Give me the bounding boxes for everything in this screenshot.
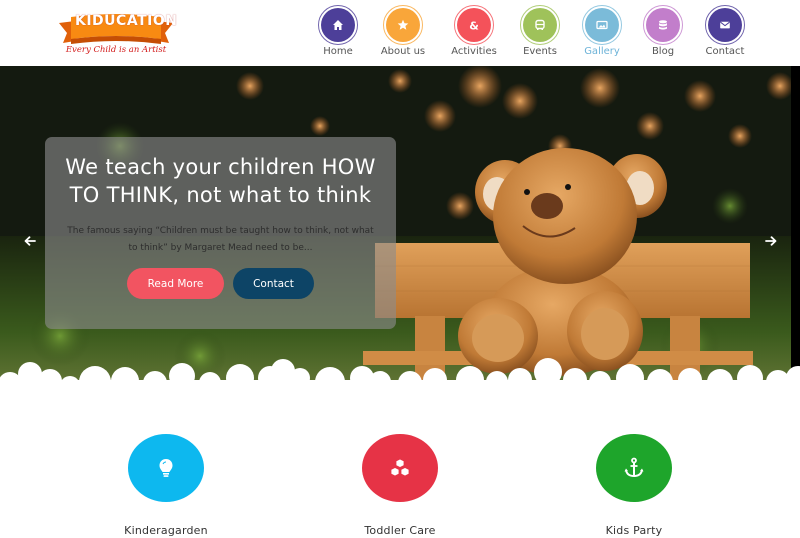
nav-item-contact[interactable]: Contact (690, 5, 760, 57)
nav-label-home: Home (323, 46, 353, 57)
nav-item-blog[interactable]: Blog (628, 5, 698, 57)
nav-circle-home (318, 5, 358, 45)
service-label-toddler-care: Toddler Care (364, 524, 436, 537)
image-icon (596, 20, 608, 30)
service-kindergarten[interactable]: Kinderagarden (86, 434, 246, 537)
nav-item-activities[interactable]: & Activities (439, 5, 509, 57)
nav-label-events: Events (523, 46, 557, 57)
read-more-button[interactable]: Read More (127, 268, 224, 299)
arrow-right-icon (765, 236, 777, 246)
star-icon (397, 19, 409, 30)
lightbulb-icon (159, 459, 173, 477)
service-circle-toddler-care[interactable] (362, 434, 438, 502)
svg-text:&: & (469, 20, 479, 32)
arrow-left-icon (24, 236, 36, 246)
service-label-kids-party: Kids Party (605, 524, 663, 537)
nav-label-gallery: Gallery (584, 46, 620, 57)
service-toddler-care[interactable]: Toddler Care (320, 434, 480, 537)
hero-caption-box: We teach your children HOW TO THINK, not… (45, 137, 396, 329)
nav-label-about-us: About us (380, 46, 426, 57)
hero-slider: We teach your children HOW TO THINK, not… (0, 66, 800, 396)
nav-circle-events (520, 5, 560, 45)
nav-label-activities: Activities (451, 46, 497, 57)
service-kids-party[interactable]: Kids Party (554, 434, 714, 537)
hero-buttons: Read More Contact (45, 268, 396, 299)
ampersand-icon: & (469, 20, 479, 32)
cloud-divider (0, 358, 800, 396)
nav-label-blog: Blog (651, 46, 675, 57)
home-icon (333, 20, 343, 30)
main-nav: Home About us & Activities Events Galler… (0, 5, 800, 58)
anchor-icon (624, 457, 644, 478)
slider-next-button[interactable] (761, 234, 781, 248)
nav-item-events[interactable]: Events (505, 5, 575, 57)
hero-description: The famous saying “Children must be taug… (67, 226, 374, 253)
database-icon (659, 20, 667, 30)
cubes-icon (390, 458, 410, 477)
site-header: KIDUCATION Every Child is an Artist Home… (0, 0, 800, 66)
nav-circle-about (383, 5, 423, 45)
nav-item-gallery[interactable]: Gallery (567, 5, 637, 57)
contact-button[interactable]: Contact (233, 268, 314, 299)
nav-item-home[interactable]: Home (303, 5, 373, 57)
service-label-kindergarten: Kinderagarden (124, 524, 208, 537)
bus-icon (535, 19, 545, 30)
nav-circle-activities: & (454, 5, 494, 45)
hero-title: We teach your children HOW TO THINK, not… (65, 155, 376, 207)
nav-circle-blog (643, 5, 683, 45)
envelope-icon (720, 21, 730, 29)
nav-circle-contact (705, 5, 745, 45)
service-circle-kindergarten[interactable] (128, 434, 204, 502)
nav-label-contact: Contact (705, 46, 745, 57)
service-circle-kids-party[interactable] (596, 434, 672, 502)
slider-prev-button[interactable] (20, 234, 40, 248)
nav-circle-gallery (582, 5, 622, 45)
nav-item-about-us[interactable]: About us (368, 5, 438, 57)
